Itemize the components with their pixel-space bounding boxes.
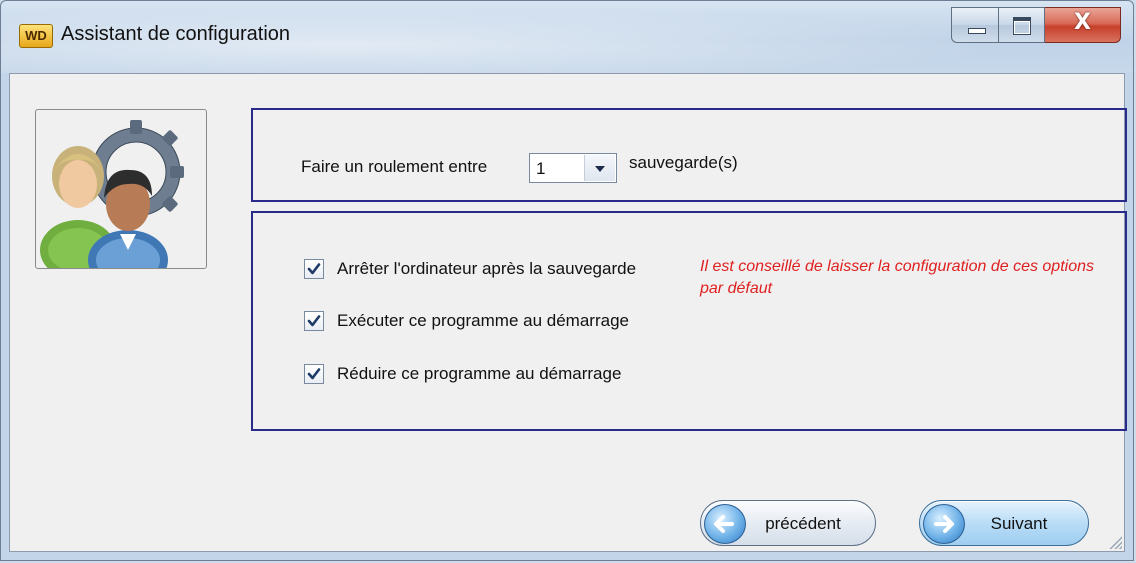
checkmark-icon — [307, 263, 321, 275]
checkmark-icon — [307, 315, 321, 327]
chevron-down-icon[interactable] — [584, 155, 615, 181]
checkmark-icon — [307, 368, 321, 380]
rotation-label-before: Faire un roulement entre — [301, 157, 488, 176]
next-button[interactable]: Suivant — [919, 500, 1089, 546]
previous-button-label: précédent — [765, 514, 841, 533]
option-checkbox-shutdown[interactable] — [304, 259, 324, 279]
options-hint: Il est conseillé de laisser la configura… — [700, 258, 1094, 297]
window-controls: X — [951, 7, 1121, 45]
option-label-minimize[interactable]: Réduire ce programme au démarrage — [337, 364, 621, 384]
maximize-button[interactable] — [999, 7, 1045, 43]
option-checkbox-minimize[interactable] — [304, 364, 324, 384]
title-bar[interactable]: WD Assistant de configuration X — [1, 1, 1133, 73]
close-icon: X — [1074, 10, 1091, 35]
next-button-label: Suivant — [990, 514, 1048, 533]
options-panel: Arrêter l'ordinateur après la sauvegarde… — [251, 211, 1127, 431]
rotation-label-after: sauvegarde(s) — [629, 153, 738, 172]
rotation-count-select[interactable]: 1 — [529, 153, 617, 183]
rotation-panel: Faire un roulement entre 1 sauvegarde(s) — [251, 108, 1127, 202]
minimize-button[interactable] — [951, 7, 999, 43]
option-checkbox-autostart[interactable] — [304, 311, 324, 331]
window-title: Assistant de configuration — [61, 23, 291, 45]
resize-grip[interactable] — [1108, 535, 1122, 549]
wizard-window: WD Assistant de configuration X Faire un… — [0, 0, 1134, 561]
rotation-count-value: 1 — [536, 159, 546, 178]
option-label-shutdown[interactable]: Arrêter l'ordinateur après la sauvegarde — [337, 259, 636, 279]
previous-button[interactable]: précédent — [700, 500, 876, 546]
close-button[interactable]: X — [1045, 7, 1121, 43]
users-gear-icon — [35, 109, 207, 290]
wizard-body: Faire un roulement entre 1 sauvegarde(s)… — [9, 73, 1127, 552]
option-label-autostart[interactable]: Exécuter ce programme au démarrage — [337, 311, 629, 331]
app-logo-icon: WD — [19, 24, 53, 48]
